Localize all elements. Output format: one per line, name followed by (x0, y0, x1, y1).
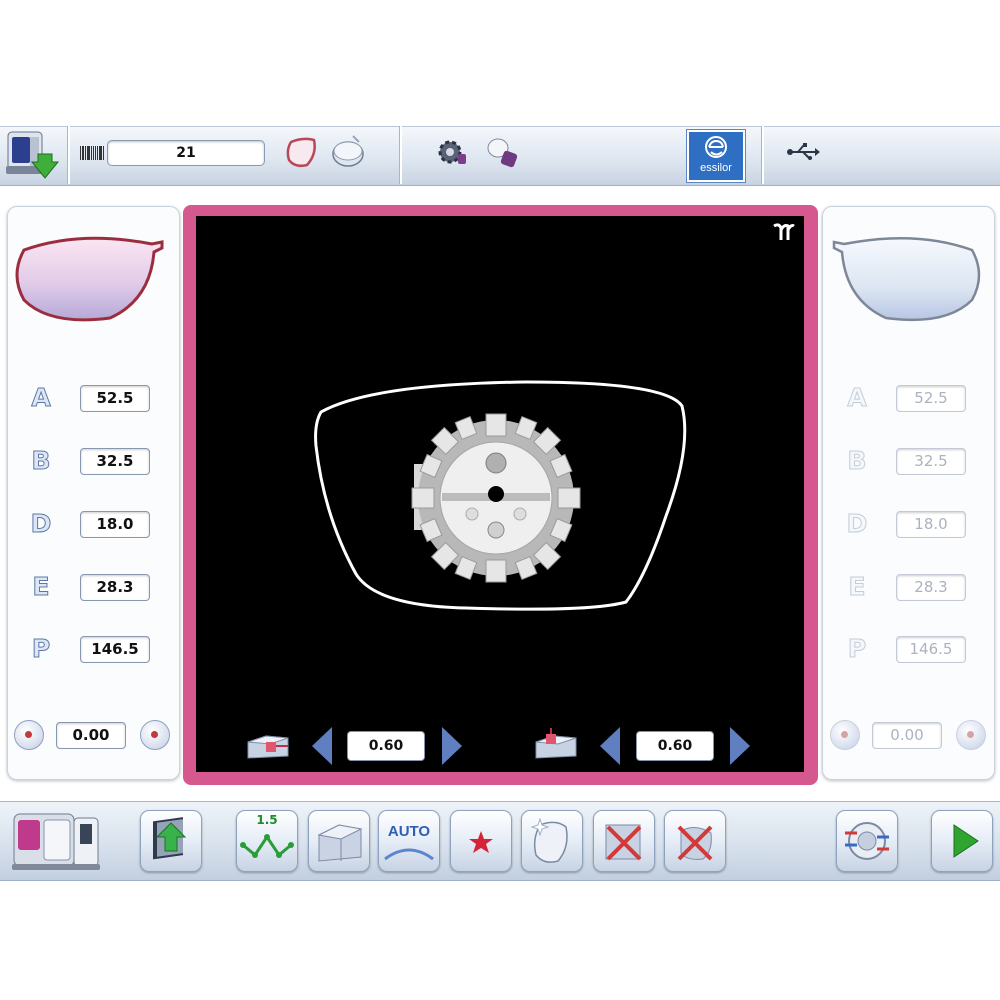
lens-icon (332, 135, 364, 167)
left-param-e-field[interactable]: 28.3 (80, 574, 150, 601)
job-number-field[interactable]: 21 (107, 140, 265, 166)
right-param-p-field: 146.5 (896, 636, 966, 663)
right-param-letter-e: E (848, 572, 866, 602)
auto-mode-button[interactable]: AUTO (378, 810, 440, 872)
left-param-p-field[interactable]: 146.5 (80, 636, 150, 663)
lens-polish-icon (530, 817, 568, 863)
left-param-d-field[interactable]: 18.0 (80, 511, 150, 538)
cancel-polish-button[interactable] (664, 810, 726, 872)
right-param-b-field: 32.5 (896, 448, 966, 475)
essilor-logo: essilor (686, 129, 746, 183)
logo-text: essilor (700, 162, 732, 174)
right-rotate-ccw-button (830, 720, 860, 750)
horizontal-offset-field[interactable]: 0.60 (347, 731, 425, 761)
vertical-offset-increase-button[interactable] (730, 727, 750, 765)
gear-icon (438, 140, 466, 164)
param-letter-e: E (32, 572, 50, 602)
horizontal-offset-increase-button[interactable] (442, 727, 462, 765)
wheel-calibration-icon (845, 822, 889, 860)
export-job-button[interactable] (140, 810, 202, 872)
left-param-a-field[interactable]: 52.5 (80, 385, 150, 412)
vertical-offset-field[interactable]: 0.60 (636, 731, 714, 761)
horizontal-offset-decrease-button[interactable] (312, 727, 332, 765)
cancel-x-icon-2 (677, 825, 713, 861)
grinding-wheel-icon (487, 138, 518, 168)
right-param-e-field: 28.3 (896, 574, 966, 601)
bevel-button[interactable]: 1.5 (236, 810, 298, 872)
lens-button[interactable] (329, 132, 367, 170)
frame-icon (286, 137, 316, 168)
start-button[interactable] (931, 810, 993, 872)
tracer-download-icon (6, 131, 60, 179)
right-param-letter-b: B (847, 446, 867, 476)
polish-button[interactable] (521, 810, 583, 872)
barcode-icon (80, 146, 104, 160)
right-param-letter-d: D (846, 509, 868, 539)
right-param-letter-a: A (847, 383, 867, 413)
frame-shape-button[interactable] (283, 134, 319, 170)
left-rotation-field[interactable]: 0.00 (56, 722, 126, 749)
right-param-a-field: 52.5 (896, 385, 966, 412)
auto-arc-icon (384, 848, 434, 861)
calibration-button[interactable] (836, 810, 898, 872)
usb-icon (786, 142, 820, 162)
right-rotation-field: 0.00 (872, 722, 942, 749)
lens-block-icon (317, 824, 363, 862)
vertical-offset-decrease-button[interactable] (600, 727, 620, 765)
right-lens-shape-button[interactable] (826, 230, 986, 325)
export-icon (153, 817, 187, 860)
lens-preview-drawing (314, 380, 687, 611)
blocking-chuck-image (411, 413, 581, 583)
bevel-height-label: 1.5 (256, 813, 278, 827)
favorite-button[interactable] (450, 810, 512, 872)
drilling-button[interactable] (308, 810, 370, 872)
right-param-d-field: 18.0 (896, 511, 966, 538)
tracer-symbol-icon (773, 223, 795, 240)
star-icon (469, 831, 493, 853)
left-lens-icon (15, 236, 164, 322)
cancel-bevel-button[interactable] (593, 810, 655, 872)
param-letter-a: A (31, 383, 51, 413)
tool-button[interactable] (484, 134, 520, 170)
left-rotate-ccw-button[interactable] (14, 720, 44, 750)
right-lens-icon (832, 236, 981, 322)
vertical-offset-icon (532, 726, 580, 764)
param-letter-b: B (31, 446, 51, 476)
edger-machine-icon (12, 813, 100, 870)
right-param-letter-p: P (847, 634, 867, 664)
settings-button[interactable] (434, 134, 470, 170)
lens-preview-canvas (196, 216, 804, 772)
machine-button[interactable] (8, 806, 104, 874)
horizontal-offset-icon (244, 728, 292, 764)
left-lens-shape-button[interactable] (10, 230, 170, 325)
left-rotate-cw-button[interactable] (140, 720, 170, 750)
param-letter-p: P (31, 634, 51, 664)
param-letter-d: D (30, 509, 52, 539)
download-job-button[interactable] (2, 128, 60, 182)
right-rotate-cw-button (956, 720, 986, 750)
play-icon (953, 824, 979, 858)
left-param-b-field[interactable]: 32.5 (80, 448, 150, 475)
cancel-x-icon (605, 824, 642, 861)
